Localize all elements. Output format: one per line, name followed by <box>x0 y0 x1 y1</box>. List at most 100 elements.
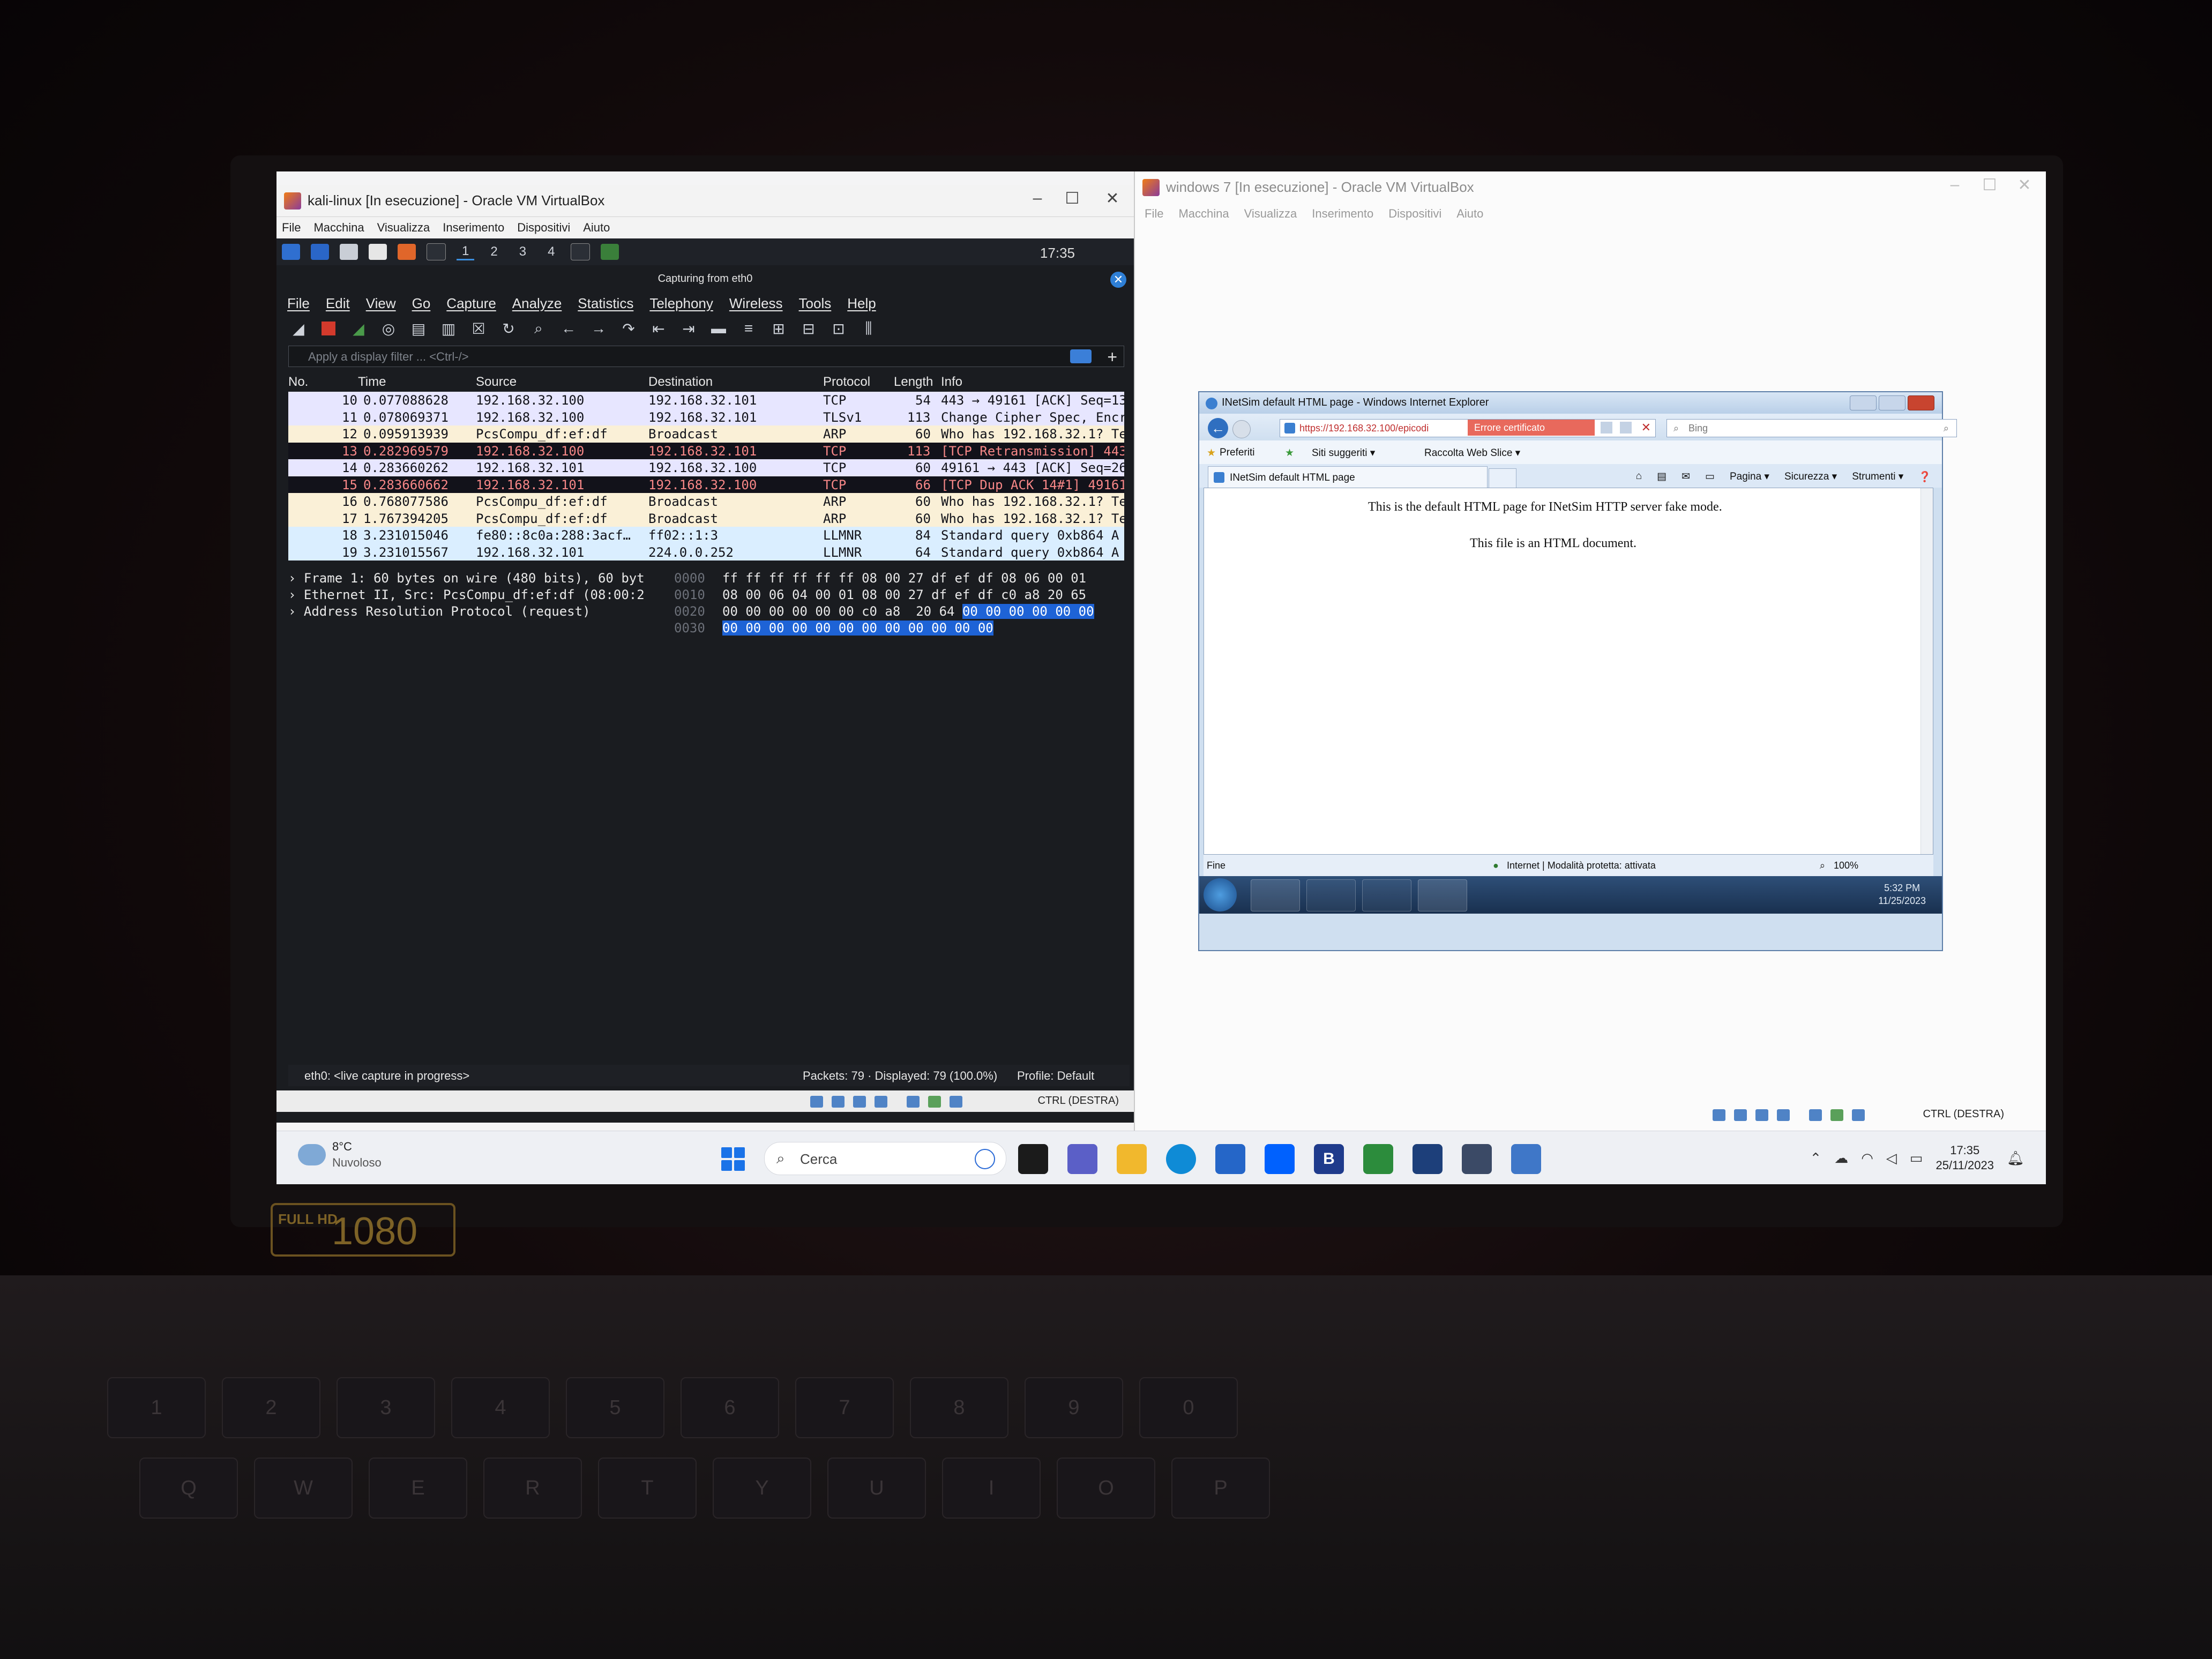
meet-icon[interactable] <box>1363 1144 1393 1174</box>
ie-titlebar[interactable]: INetSim default HTML page - Windows Inte… <box>1199 392 1942 414</box>
page-menu[interactable]: Pagina ▾ <box>1730 470 1769 483</box>
taskbar-search[interactable]: ⌕ Cerca <box>764 1142 1006 1175</box>
optical-drive-icon[interactable] <box>832 1096 845 1108</box>
reload-icon[interactable]: ↻ <box>499 319 518 338</box>
task-view-icon[interactable] <box>1018 1144 1048 1174</box>
vbox-menu-file[interactable]: File <box>282 221 301 235</box>
edge-icon[interactable] <box>1166 1144 1196 1174</box>
cmd-taskbar-icon[interactable] <box>1418 879 1467 911</box>
apply-filter-icon[interactable] <box>1070 349 1092 363</box>
vertical-scrollbar[interactable] <box>1920 488 1933 854</box>
mouse-integration-icon[interactable] <box>1852 1109 1865 1121</box>
favorites-button[interactable]: Preferiti <box>1220 447 1254 459</box>
media-player-taskbar-icon[interactable] <box>1362 879 1411 911</box>
maximize-button[interactable]: ☐ <box>1056 189 1088 208</box>
workspace-4[interactable]: 4 <box>542 244 560 259</box>
file-explorer-icon[interactable] <box>1117 1144 1147 1174</box>
firefox-icon[interactable] <box>398 244 416 260</box>
ie-taskbar-icon[interactable] <box>1251 879 1300 911</box>
minimize-button[interactable]: – <box>1021 189 1053 207</box>
storage-icon[interactable] <box>1713 1109 1725 1121</box>
normal-size-icon[interactable]: ⊡ <box>829 319 848 338</box>
virtualbox-taskbar-icon[interactable] <box>1511 1144 1541 1174</box>
add-favorite-icon[interactable]: ★ <box>1285 447 1294 459</box>
ws-menu-statistics[interactable]: Statistics <box>578 295 633 312</box>
explorer-taskbar-icon[interactable] <box>1306 879 1356 911</box>
app-cube-icon[interactable] <box>1462 1144 1492 1174</box>
feeds-icon[interactable]: ▤ <box>1657 470 1667 483</box>
vbox-menu-machine[interactable]: Macchina <box>1178 207 1229 221</box>
window-terminal-icon[interactable] <box>571 243 591 260</box>
display-filter-input[interactable]: Apply a display filter ... <Ctrl-/> + <box>288 346 1124 367</box>
workspace-2[interactable]: 2 <box>485 244 503 259</box>
weather-temperature[interactable]: 8°C <box>332 1140 352 1154</box>
vbox-menu-view[interactable]: Visualizza <box>377 221 430 235</box>
resize-columns-icon[interactable]: ⫼ <box>860 319 878 338</box>
text-editor-icon[interactable] <box>369 244 387 260</box>
weather-cloud-icon[interactable] <box>298 1144 326 1165</box>
capture-options-icon[interactable]: ◎ <box>379 319 398 338</box>
find-packet-icon[interactable]: ⌕ <box>529 319 548 338</box>
detail-ethernet[interactable]: › Ethernet II, Src: PcsCompu_df:ef:df (0… <box>288 587 674 604</box>
col-source[interactable]: Source <box>476 375 517 390</box>
dropbox-icon[interactable] <box>1265 1144 1295 1174</box>
mail-icon[interactable]: ✉ <box>1682 470 1690 483</box>
network-icon[interactable] <box>1755 1109 1768 1121</box>
ws-menu-view[interactable]: View <box>366 295 396 312</box>
vbox-menu-help[interactable]: Aiuto <box>583 221 610 235</box>
certificate-error-badge[interactable]: Errore certificato <box>1468 420 1595 436</box>
ws-menu-wireless[interactable]: Wireless <box>729 295 783 312</box>
tools-menu[interactable]: Strumenti ▾ <box>1852 470 1903 483</box>
mouse-integration-icon[interactable] <box>950 1096 962 1108</box>
refresh-icon[interactable] <box>1620 422 1632 434</box>
weather-description[interactable]: Nuvoloso <box>332 1156 382 1170</box>
vbox-menu-help[interactable]: Aiuto <box>1456 207 1483 221</box>
storage-icon[interactable] <box>810 1096 823 1108</box>
wireshark-task-icon[interactable] <box>601 244 619 260</box>
volume-icon[interactable]: ◁ <box>1886 1150 1897 1167</box>
folder-icon[interactable] <box>340 244 358 260</box>
win7-titlebar[interactable]: windows 7 [In esecuzione] - Oracle VM Vi… <box>1135 171 2046 204</box>
vbox-menu-view[interactable]: Visualizza <box>1244 207 1297 221</box>
ws-menu-telephony[interactable]: Telephony <box>649 295 713 312</box>
packet-row[interactable]: 14 0.283660262 192.168.32.101 192.168.32.10… <box>288 459 1124 476</box>
zoom-in-icon[interactable]: ⊞ <box>769 319 788 338</box>
workspace-3[interactable]: 3 <box>514 244 532 259</box>
stop-icon[interactable]: ✕ <box>1641 421 1651 435</box>
cpu-icon[interactable] <box>928 1096 941 1108</box>
print-icon[interactable]: ▭ <box>1705 470 1715 483</box>
search-input[interactable]: ⌕ Bing ⌕ <box>1667 419 1957 437</box>
packet-row[interactable]: 16 0.768077586 PcsCompu_df:ef:df Broadcast A… <box>288 493 1124 510</box>
tray-overflow-chevron-icon[interactable]: ⌃ <box>1810 1150 1821 1167</box>
favorites-star-icon[interactable]: ★ <box>1207 447 1216 459</box>
autoscroll-icon[interactable]: ▬ <box>709 319 728 338</box>
notification-bell-icon[interactable]: 🔔︎ <box>2007 1150 2024 1167</box>
col-length[interactable]: Length <box>894 375 933 390</box>
vbox-menu-devices[interactable]: Dispositivi <box>517 221 570 235</box>
ws-menu-analyze[interactable]: Analyze <box>512 295 562 312</box>
web-slice-gallery-link[interactable]: Raccolta Web Slice ▾ <box>1424 447 1520 459</box>
forward-arrow-icon[interactable] <box>1232 420 1251 438</box>
home-icon[interactable]: ⌂ <box>1636 470 1642 483</box>
zoom-level[interactable]: 100% <box>1834 860 1858 871</box>
packet-row[interactable]: 12 0.095913939 PcsCompu_df:ef:df Broadcast A… <box>288 425 1124 443</box>
detail-arp[interactable]: › Address Resolution Protocol (request) <box>288 604 674 621</box>
cpu-icon[interactable] <box>1830 1109 1843 1121</box>
desktop-icon[interactable] <box>311 244 329 260</box>
packet-row[interactable]: 10 0.077088628 192.168.32.100 192.168.32.10… <box>288 392 1124 409</box>
ws-menu-tools[interactable]: Tools <box>799 295 832 312</box>
new-tab-button[interactable] <box>1489 468 1516 489</box>
detail-frame[interactable]: › Frame 1: 60 bytes on wire (480 bits), … <box>288 571 674 587</box>
packet-row[interactable]: 19 3.231015567 192.168.32.101 224.0.0.252 LL… <box>288 543 1124 561</box>
zoom-out-icon[interactable]: ⊟ <box>799 319 818 338</box>
b-app-icon[interactable]: B <box>1314 1144 1344 1174</box>
close-button[interactable]: ✕ <box>2008 176 2041 195</box>
optical-drive-icon[interactable] <box>1734 1109 1747 1121</box>
shared-folders-icon[interactable] <box>1809 1109 1822 1121</box>
help-icon[interactable]: ❓ <box>1918 470 1931 483</box>
save-file-icon[interactable]: ▥ <box>439 319 458 338</box>
battery-icon[interactable]: ▭ <box>1910 1150 1923 1167</box>
wireshark-close-icon[interactable]: ✕ <box>1110 272 1126 288</box>
vbox-menu-machine[interactable]: Macchina <box>313 221 364 235</box>
packet-row[interactable]: 18 3.231015046 fe80::8c0a:288:3acf… ff02::1… <box>288 527 1124 544</box>
